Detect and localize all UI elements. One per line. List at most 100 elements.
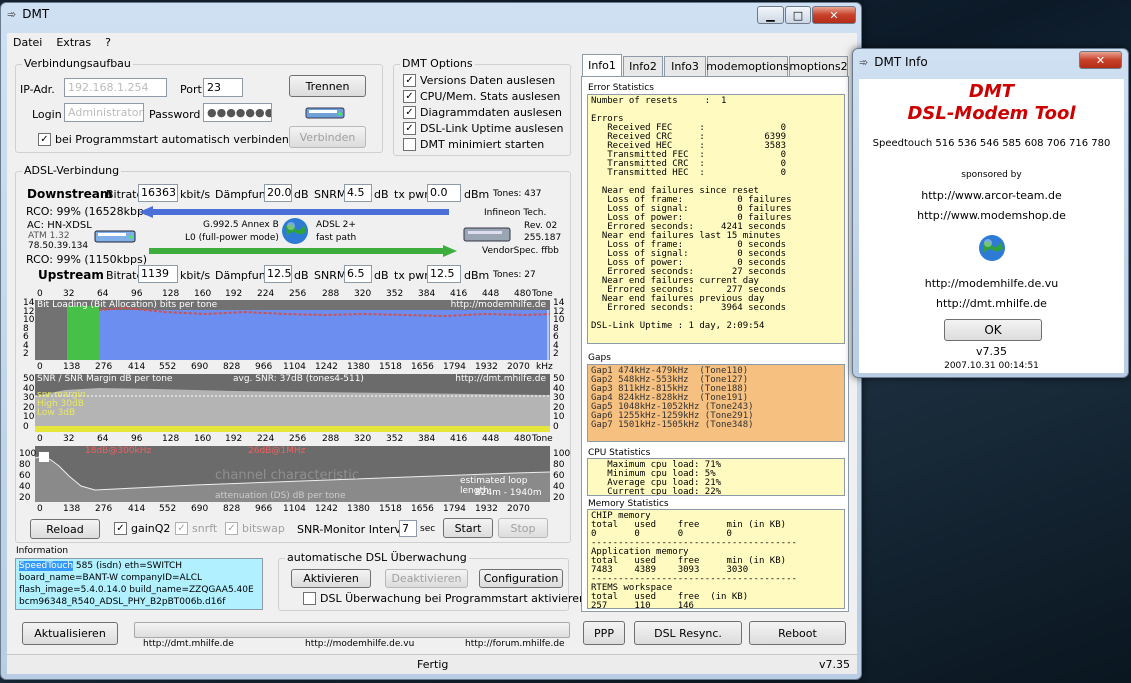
us-att-field[interactable]: 12.5	[264, 265, 292, 283]
info-link-modemshop[interactable]: http://www.modemshop.de	[859, 209, 1124, 222]
ds-txpwr-field[interactable]: 0.0	[427, 184, 461, 202]
options-group-label: DMT Options	[400, 57, 475, 70]
minimize-button[interactable]: ▁	[757, 6, 784, 24]
info-link-modemhilfe[interactable]: http://modemhilfe.de.vu	[859, 277, 1124, 290]
ppp-button[interactable]: PPP	[583, 621, 625, 645]
checkmark-icon: ✓	[403, 122, 416, 135]
option-diagram[interactable]: ✓ Diagrammdaten auslesen	[403, 106, 562, 119]
info-highlight: SpeedTouch	[19, 561, 74, 571]
snrft-checkbox[interactable]: ✓ snrft	[175, 522, 217, 535]
tick-label: 352	[386, 434, 404, 444]
menu-help[interactable]: ?	[105, 36, 111, 49]
info-close-button[interactable]: ✕	[1079, 51, 1122, 69]
auto-monitor-checkbox[interactable]: DSL Überwachung bei Programmstart aktivi…	[303, 592, 586, 605]
configuration-button[interactable]: Configuration	[479, 569, 563, 588]
menu-extras[interactable]: Extras	[56, 36, 91, 49]
reboot-button[interactable]: Reboot	[749, 621, 846, 645]
link-modemhilfe[interactable]: http://modemhilfe.de.vu	[305, 639, 414, 649]
option-minimized[interactable]: DMT minimiert starten	[403, 138, 544, 151]
tone-axis-top: 0 32 64 96 128 160 192 224 256 288 320 3…	[35, 289, 555, 300]
tab-strip: Info1 Info2 Info3 modemoptions moptions2	[582, 54, 848, 78]
maximize-button[interactable]: □	[785, 6, 811, 24]
tick-label: kHz	[536, 362, 553, 372]
stop-button[interactable]: Stop	[498, 518, 548, 538]
tick-label: 2070	[507, 504, 530, 514]
reload-button[interactable]: Reload	[30, 519, 100, 539]
option-uptime[interactable]: ✓ DSL-Link Uptime auslesen	[403, 122, 564, 135]
tick-label: 224	[257, 434, 275, 444]
information-label: Information	[16, 546, 69, 556]
us-txpwr-dbm: dBm	[464, 269, 490, 282]
tick-label: 1518	[379, 362, 402, 372]
tick-label: 96	[131, 434, 143, 444]
login-field[interactable]: Administrator	[64, 103, 144, 122]
us-bitrate-field[interactable]: 1139	[138, 265, 178, 283]
resync-button[interactable]: DSL Resync.	[634, 621, 742, 645]
info-line: board_name=BANT-W companyID=ALCL	[19, 573, 203, 583]
menu-datei[interactable]: Datei	[13, 36, 42, 49]
tick-label: 0	[37, 289, 43, 299]
tab-moptions2[interactable]: moptions2	[789, 56, 848, 76]
ds-bitrate-field[interactable]: 16363	[138, 184, 178, 202]
info-link-arcor[interactable]: http://www.arcor-team.de	[859, 189, 1124, 202]
link-dmt[interactable]: http://dmt.mhilfe.de	[143, 639, 234, 649]
snr-url: http://dmt.mhilfe.de	[455, 374, 546, 384]
close-button[interactable]: ✕	[812, 6, 856, 24]
y-tick: 40	[19, 482, 31, 492]
tick-label: 0	[37, 434, 43, 444]
link-forum[interactable]: http://forum.mhilfe.de	[465, 639, 565, 649]
sec-label: sec	[420, 524, 436, 534]
app-icon: ➾	[7, 7, 17, 21]
tick-label: 1932	[475, 504, 498, 514]
port-field[interactable]: 23	[203, 78, 243, 97]
ds-att-field[interactable]: 20.0	[264, 184, 292, 202]
tab-info1[interactable]: Info1	[582, 54, 622, 76]
tab-info2[interactable]: Info2	[623, 56, 663, 76]
title-bar[interactable]: ➾ DMT	[1, 3, 861, 25]
tick-label: 828	[223, 504, 241, 514]
info-link-dmt[interactable]: http://dmt.mhilfe.de	[859, 297, 1124, 310]
tab-info3[interactable]: Info3	[664, 56, 706, 76]
tick-label: 128	[162, 434, 180, 444]
tick-label: 448	[482, 289, 500, 299]
deactivate-button[interactable]: Deaktivieren	[385, 569, 468, 588]
att-y-right: 100 80 60 40 20	[553, 449, 571, 504]
tick-label: 690	[191, 504, 209, 514]
atm-label: ATM 1.32	[28, 231, 70, 241]
password-field[interactable]: ●●●●●●●	[203, 103, 272, 122]
modem-icon	[93, 224, 139, 246]
gainq2-checkbox[interactable]: ✓ gainQ2	[114, 522, 170, 535]
tick-label: 256	[289, 434, 307, 444]
snr-avg: avg. SNR: 37dB (tones4-511)	[233, 374, 364, 384]
us-txpwr-field[interactable]: 12.5	[427, 265, 461, 283]
us-snrm-field[interactable]: 6.5	[344, 265, 372, 283]
ip-field[interactable]: 192.168.1.254	[64, 78, 167, 97]
information-box[interactable]: SpeedTouch 585 (isdn) eth=SWITCH board_n…	[15, 558, 263, 610]
interval-field[interactable]: 7	[399, 520, 417, 537]
marker-300khz: 18dB@300kHz	[85, 446, 152, 456]
connect-button[interactable]: Verbinden	[289, 126, 366, 148]
y-tick: 0	[553, 421, 559, 432]
snr-y-left: 50 40 30 20 10 0	[23, 374, 35, 432]
option-cpu[interactable]: ✓ CPU/Mem. Stats auslesen	[403, 90, 560, 103]
checkmark-icon: ✓	[403, 90, 416, 103]
activate-button[interactable]: Aktivieren	[291, 569, 371, 588]
rev-label: Rev. 02	[524, 221, 558, 231]
tab-modemoptions[interactable]: modemoptions	[706, 56, 789, 76]
ok-button[interactable]: OK	[944, 319, 1042, 341]
tick-label: 96	[131, 289, 143, 299]
start-button[interactable]: Start	[443, 518, 493, 538]
disconnect-button[interactable]: Trennen	[289, 75, 366, 97]
option-versions[interactable]: ✓ Versions Daten auslesen	[403, 74, 555, 87]
upstream-arrow	[149, 245, 457, 257]
tick-label: Tone	[532, 434, 553, 444]
protocol-label: ADSL 2+	[316, 220, 356, 230]
refresh-button[interactable]: Aktualisieren	[22, 622, 118, 645]
bitswap-checkbox[interactable]: ✓ bitswap	[225, 522, 285, 535]
ds-snrm-field[interactable]: 4.5	[344, 184, 372, 202]
tick-label: 414	[128, 504, 146, 514]
ds-rco: RCO: 99% (16528kbps)	[26, 205, 155, 218]
tick-label: 288	[322, 289, 340, 299]
autoconnect-checkbox[interactable]: ✓ bei Programmstart automatisch verbinde…	[38, 133, 289, 146]
info-line: SpeedTouch 585 (isdn) eth=SWITCH	[19, 560, 259, 572]
